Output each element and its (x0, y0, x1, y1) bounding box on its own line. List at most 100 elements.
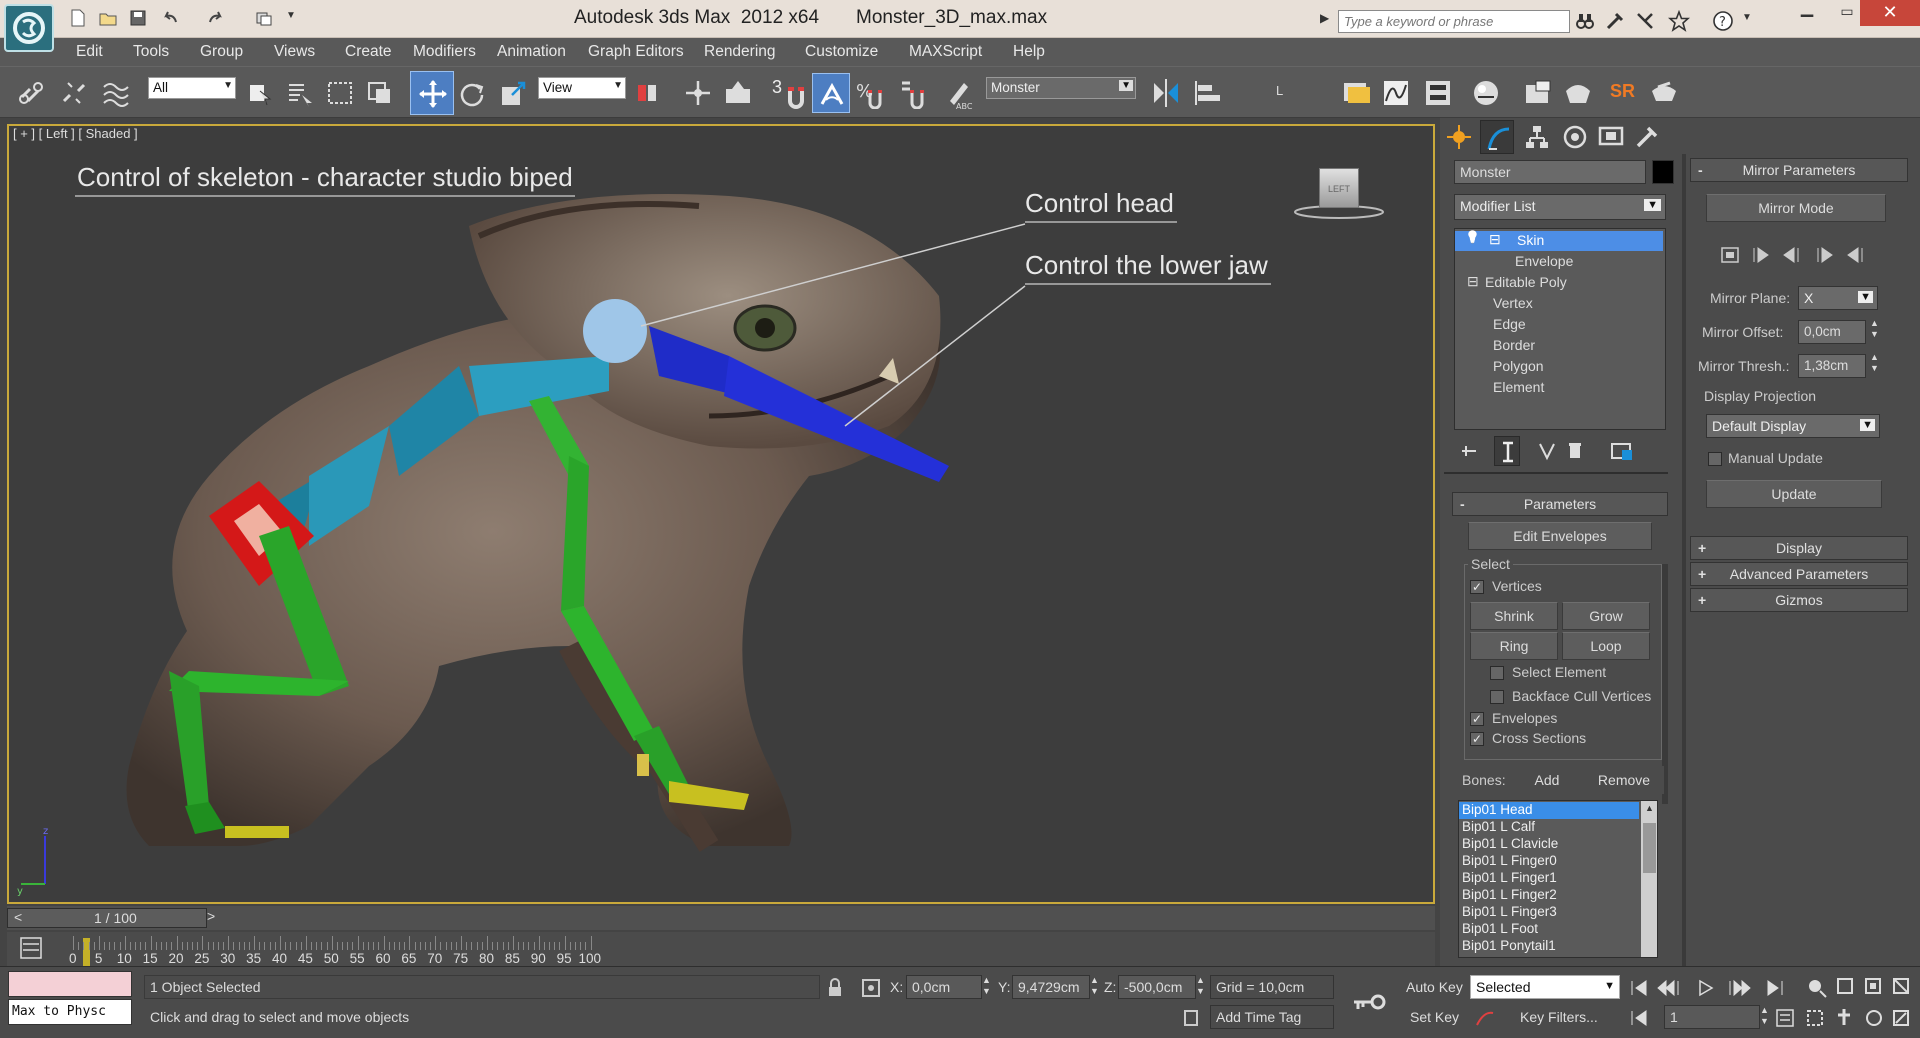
align-icon[interactable] (1192, 77, 1224, 109)
object-name-field[interactable]: Monster (1454, 160, 1646, 184)
utilities-tab-icon[interactable] (1632, 122, 1662, 152)
x-coordinate-field[interactable]: 0,0cm (906, 975, 982, 999)
bone-list-item[interactable]: Bip01 Ponytail1 (1459, 938, 1639, 955)
shrink-button[interactable]: Shrink (1470, 602, 1558, 630)
mirror-parameters-rollout-header[interactable]: - Mirror Parameters (1690, 158, 1908, 182)
communication-center-icon[interactable] (1634, 10, 1656, 32)
mirror-offset-spinner[interactable]: ▲ ▼ (1870, 318, 1879, 340)
menu-group[interactable]: Group (200, 43, 243, 61)
modifier-stack-item[interactable]: Envelope (1455, 252, 1663, 272)
project-folder-icon[interactable] (254, 8, 274, 28)
selection-lock-icon[interactable] (824, 977, 846, 999)
bones-list[interactable]: Bip01 Head Bip01 L Calf Bip01 L Clavicle Bi… (1458, 800, 1658, 958)
subscription-tools-icon[interactable] (1604, 10, 1626, 32)
angle-snap-button[interactable] (812, 73, 850, 113)
key-mode-toggle-icon[interactable] (1628, 1007, 1668, 1029)
hierarchy-tab-icon[interactable] (1522, 122, 1552, 152)
select-and-move-button[interactable] (410, 71, 454, 115)
mirror-thresh-spinner[interactable]: ▲ ▼ (1870, 352, 1879, 374)
set-key-mode-key-icon[interactable] (1352, 987, 1386, 1017)
configure-modifier-sets-icon[interactable] (1610, 440, 1634, 462)
new-file-icon[interactable] (68, 8, 88, 28)
menu-create[interactable]: Create (345, 43, 392, 61)
viewport-navigation-icons[interactable] (1804, 975, 1916, 1035)
named-selection-sets-dropdown[interactable]: Monster ▼ (986, 77, 1136, 99)
time-configuration-icon[interactable] (1774, 1007, 1796, 1029)
search-input[interactable]: Type a keyword or phrase (1338, 10, 1570, 33)
modifier-stack-item[interactable]: Border (1455, 336, 1663, 356)
binoculars-icon[interactable] (1574, 10, 1596, 32)
unlink-selection-icon[interactable] (58, 77, 90, 109)
envelopes-checkbox[interactable]: ✓ (1470, 712, 1484, 726)
menu-tools[interactable]: Tools (133, 43, 169, 61)
schematic-view-icon[interactable] (1422, 77, 1454, 109)
viewport-label[interactable]: [ + ] [ Left ] [ Shaded ] (13, 126, 138, 141)
ring-button[interactable]: Ring (1470, 632, 1558, 660)
viewcube[interactable]: LEFT (1319, 168, 1359, 208)
motion-tab-icon[interactable] (1560, 122, 1590, 152)
minimize-button[interactable]: ▁ (1788, 0, 1826, 26)
menu-maxscript[interactable]: MAXScript (909, 43, 982, 61)
time-next-icon[interactable]: > (207, 908, 223, 928)
remove-bone-button[interactable]: Remove (1584, 766, 1664, 794)
bones-scroll-thumb[interactable] (1643, 823, 1656, 873)
search-expand-icon[interactable]: ▶ (1320, 11, 1336, 33)
modifier-list-dropdown[interactable]: Modifier List ▼ (1454, 194, 1666, 220)
advanced-parameters-rollout-header[interactable]: + Advanced Parameters (1690, 562, 1908, 586)
make-unique-icon[interactable] (1536, 440, 1558, 462)
modifier-stack-item[interactable]: Vertex (1455, 294, 1663, 314)
current-frame-field[interactable]: 1 (1664, 1005, 1760, 1029)
y-spinner[interactable]: ▲ ▼ (1090, 975, 1099, 997)
mirror-icon[interactable] (1150, 77, 1182, 109)
select-and-manipulate-icon[interactable] (682, 77, 714, 109)
bone-list-item[interactable]: Bip01 L Clavicle (1459, 836, 1639, 853)
curve-editor-icon[interactable] (1380, 77, 1412, 109)
maxscript-mini-listener[interactable]: Max to Physc (8, 999, 132, 1025)
mirror-plane-dropdown[interactable]: X ▼ (1798, 286, 1878, 310)
collapse-toggle-icon[interactable]: ⊟ (1467, 273, 1479, 290)
time-slider-thumb[interactable]: < 1 / 100 (7, 908, 207, 928)
selection-filter-dropdown[interactable]: All ▼ (148, 77, 236, 99)
spinner-snap-icon[interactable] (896, 77, 928, 109)
menu-graph-editors[interactable]: Graph Editors (588, 43, 684, 61)
time-prev-icon[interactable]: < (14, 909, 22, 925)
add-bone-button[interactable]: Add (1514, 766, 1580, 794)
time-tag-icon[interactable] (1180, 1007, 1202, 1029)
keyboard-shortcut-override-icon[interactable] (722, 77, 754, 109)
bones-list-scrollbar[interactable]: ▲ (1641, 801, 1657, 957)
help-icon[interactable]: ? (1712, 10, 1734, 32)
scroll-up-icon[interactable]: ▲ (1643, 803, 1656, 816)
menu-help[interactable]: Help (1013, 43, 1045, 61)
favorites-star-icon[interactable] (1668, 10, 1690, 32)
set-key-button[interactable]: Set Key (1410, 1009, 1459, 1025)
select-element-checkbox[interactable] (1490, 666, 1504, 680)
rendered-frame-window-icon[interactable] (1562, 77, 1594, 109)
pin-stack-icon[interactable] (1458, 440, 1480, 462)
render-setup-icon[interactable] (1522, 77, 1554, 109)
display-tab-icon[interactable] (1596, 122, 1626, 152)
window-crossing-icon[interactable] (364, 77, 396, 109)
display-projection-dropdown[interactable]: Default Display ▼ (1706, 414, 1880, 438)
edit-envelopes-button[interactable]: Edit Envelopes (1468, 522, 1652, 550)
modifier-stack-item[interactable]: Polygon (1455, 357, 1663, 377)
playback-controls-icons[interactable] (1628, 977, 1814, 999)
use-pivot-center-icon[interactable] (632, 77, 664, 109)
render-production-icon[interactable] (1648, 77, 1680, 109)
menu-views[interactable]: Views (274, 43, 315, 61)
modifier-stack-item[interactable]: Element (1455, 378, 1663, 398)
edit-named-selection-icon[interactable]: ABC (944, 77, 976, 109)
show-end-result-button[interactable] (1494, 436, 1520, 466)
create-tab-icon[interactable] (1444, 122, 1474, 152)
menu-rendering[interactable]: Rendering (704, 43, 776, 61)
bone-list-item[interactable]: Bip01 L Finger0 (1459, 853, 1639, 870)
close-button[interactable]: ✕ (1860, 0, 1920, 26)
save-file-icon[interactable] (128, 8, 148, 28)
bone-list-item[interactable]: Bip01 L Foot (1459, 921, 1639, 938)
key-mode-dropdown[interactable]: Selected ▼ (1470, 975, 1620, 999)
bind-to-space-warp-icon[interactable] (100, 77, 132, 109)
modifier-stack-item[interactable]: Edge (1455, 315, 1663, 335)
viewport-left[interactable]: [ + ] [ Left ] [ Shaded ] Control of ske… (7, 124, 1435, 904)
backface-cull-checkbox[interactable] (1490, 690, 1504, 704)
y-coordinate-field[interactable]: 9,4729cm (1012, 975, 1090, 999)
gizmos-rollout-header[interactable]: + Gizmos (1690, 588, 1908, 612)
